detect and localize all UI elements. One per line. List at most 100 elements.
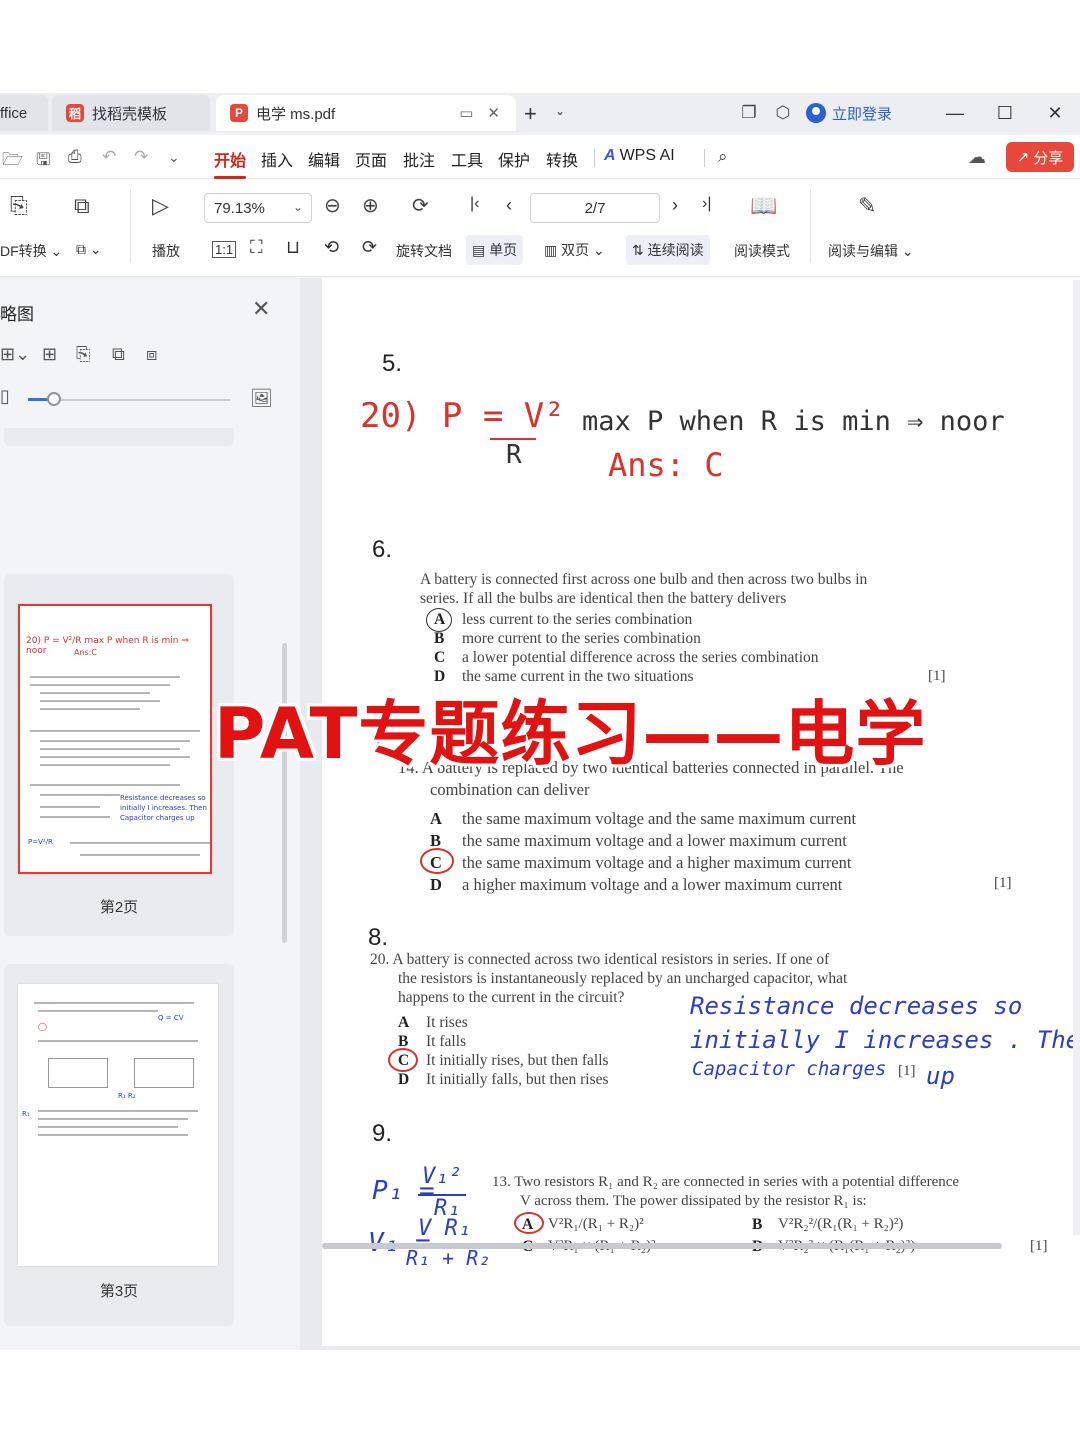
minimize-button[interactable]: — — [930, 103, 980, 124]
pdf-page: 5. 20) P = V² R max P when R is min ⇒ no… — [322, 278, 1080, 1346]
share-button[interactable]: ↗ 分享 — [1006, 142, 1074, 172]
fit-page-icon[interactable]: ⛶ — [250, 237, 263, 258]
wps-ai-button[interactable]: A WPS AI — [604, 147, 675, 165]
first-page-icon[interactable]: |‹ — [470, 195, 479, 213]
avatar-icon — [805, 103, 826, 123]
menu-annotate[interactable]: 批注 — [403, 147, 435, 171]
tab-templates-label: 找稻壳模板 — [92, 105, 168, 123]
monitor-icon[interactable]: ▭ — [459, 104, 473, 122]
option-letter: A — [434, 611, 446, 628]
single-page-button[interactable]: ▤ 单页 — [466, 235, 524, 265]
close-window-button[interactable]: ✕ — [1030, 103, 1080, 124]
open-folder-icon[interactable]: 🗁 — [2, 147, 23, 176]
thumbnail-previous[interactable] — [4, 428, 234, 446]
zoom-out-icon[interactable]: ⊖ — [324, 193, 341, 218]
print-icon[interactable]: ⎙ — [68, 147, 82, 167]
convert-more-button[interactable]: ⧉ ⌄ — [76, 241, 102, 258]
thumbnail-page-3-preview: ◯ Q = CV R₁ R₂ R₁ — [18, 984, 218, 1266]
ribbon-divider — [130, 189, 131, 263]
option-text: It initially falls, but then rises — [426, 1071, 609, 1088]
rotate-right-icon[interactable]: ⟳ — [362, 237, 377, 258]
save-icon[interactable]: 🖫 — [36, 147, 50, 176]
pdf-to-image-icon[interactable]: ⧉ — [74, 193, 90, 219]
add-page-icon[interactable]: ⊞ — [42, 344, 57, 365]
document-horizontal-scrollbar[interactable] — [322, 1240, 1062, 1250]
tab-document-label: 电学 ms.pdf — [256, 105, 336, 123]
option-text: less current to the series combination — [462, 611, 693, 628]
tab-templates[interactable]: 稻 找稻壳模板 — [52, 95, 210, 131]
fit-width-icon[interactable]: ⊔ — [286, 237, 300, 258]
extract-page-icon[interactable]: ⧉ — [112, 344, 125, 365]
handwritten-note: initially I increases . Then — [690, 1026, 1080, 1054]
menu-tools[interactable]: 工具 — [451, 147, 483, 171]
last-page-icon[interactable]: ›| — [702, 195, 711, 213]
undo-icon[interactable]: ↶ — [102, 147, 116, 167]
close-icon[interactable]: ✕ — [252, 296, 270, 322]
actual-size-icon[interactable]: 1:1 — [212, 241, 237, 258]
read-edit-icon[interactable]: ✎ — [858, 193, 876, 219]
previous-page-icon[interactable]: ‹ — [506, 195, 512, 216]
menu-convert[interactable]: 转换 — [546, 147, 578, 171]
tab-office[interactable]: ffice — [0, 95, 48, 131]
small-thumb-icon[interactable]: ▯ — [0, 386, 10, 407]
play-button[interactable]: 播放 — [152, 241, 180, 261]
replace-page-icon[interactable]: ⧈ — [146, 344, 157, 365]
zoom-value: 79.13% — [214, 200, 265, 217]
menu-edit[interactable]: 编辑 — [308, 147, 340, 171]
pdf-convert-button[interactable]: DF转换 ⌄ — [0, 241, 62, 261]
handwritten-note: max P when R is min ⇒ noor — [582, 406, 1005, 437]
mark-value: [1] — [898, 1063, 916, 1079]
question-stem-line: combination can deliver — [430, 780, 590, 799]
option-letter: A — [398, 1014, 410, 1031]
new-tab-button[interactable]: + — [524, 101, 537, 127]
slider-handle[interactable] — [47, 392, 61, 406]
question-stem-line: A battery is connected first across one … — [420, 571, 868, 588]
menu-page[interactable]: 页面 — [355, 147, 387, 171]
close-tab-icon[interactable]: ✕ — [487, 104, 500, 122]
menu-protect[interactable]: 保护 — [498, 147, 530, 171]
pdf-icon: P — [230, 104, 248, 122]
continuous-reading-button[interactable]: ⇅ 连续阅读 — [626, 235, 710, 265]
zoom-in-icon[interactable]: ⊕ — [362, 193, 379, 218]
rotate-doc-button[interactable]: 旋转文档 — [396, 241, 452, 261]
reading-mode-button[interactable]: 阅读模式 — [734, 241, 790, 261]
view-options-icon[interactable]: ⊞⌄ — [0, 344, 30, 365]
thumbnail-page-2[interactable]: 20) P = V²/R max P when R is min ⇒ noor … — [4, 574, 234, 936]
next-page-icon[interactable]: › — [672, 195, 678, 216]
double-page-label: 双页 — [561, 242, 590, 258]
maximize-button[interactable]: ☐ — [980, 103, 1030, 124]
double-page-button[interactable]: ▥ 双页 ⌄ — [544, 235, 605, 265]
insert-file-icon[interactable]: ⎘ — [76, 344, 90, 365]
cloud-sync-icon[interactable]: ☁ — [968, 147, 986, 168]
rotate-doc-icon[interactable]: ⟳ — [412, 193, 429, 218]
search-icon[interactable]: ⌕ — [718, 147, 728, 167]
single-page-label: 单页 — [489, 242, 518, 258]
read-edit-button[interactable]: 阅读与编辑 ⌄ — [828, 241, 914, 261]
option-text: a lower potential difference across the … — [462, 649, 819, 666]
quick-access-more-icon[interactable]: ⌄ — [168, 149, 180, 166]
page-number-input[interactable]: 2/7 — [530, 193, 660, 223]
mark-value: [1] — [928, 668, 946, 684]
redo-icon[interactable]: ↷ — [134, 147, 148, 167]
login-button[interactable]: 立即登录 — [805, 103, 892, 124]
menu-start[interactable]: 开始 — [214, 147, 247, 179]
chevron-down-icon[interactable]: ⌄ — [555, 104, 565, 118]
title-controls: ❐ ⬡ 立即登录 — ☐ ✕ — [732, 93, 1080, 133]
thumbnail-page-3[interactable]: ◯ Q = CV R₁ R₂ R₁ 第3页 — [4, 964, 234, 1326]
menu-insert[interactable]: 插入 — [261, 147, 293, 171]
option-text: It falls — [426, 1033, 467, 1050]
document-vertical-scrollbar[interactable] — [1073, 280, 1080, 1235]
pdf-to-word-icon[interactable]: ⎘ — [10, 193, 28, 219]
scrollbar-thumb[interactable] — [322, 1243, 1002, 1249]
thumbnail-sidebar: 略图 ✕ ⊞⌄ ⊞ ⎘ ⧉ ⧈ ▯ 🖼 20) P = V²/R max P w… — [0, 278, 300, 1350]
option-text: the same maximum voltage and a higher ma… — [462, 853, 852, 872]
tab-document[interactable]: P 电学 ms.pdf ▭ ✕ — [216, 95, 516, 131]
book-icon[interactable]: 📖 — [750, 193, 777, 219]
play-icon[interactable]: ▷ — [152, 193, 169, 219]
option-letter: C — [434, 649, 446, 666]
image-icon[interactable]: 🖼 — [250, 388, 273, 409]
zoom-select[interactable]: 79.13% ⌄ — [204, 193, 312, 223]
window-restore-icon[interactable]: ❐ — [732, 103, 766, 123]
rotate-left-icon[interactable]: ⟲ — [324, 237, 339, 258]
cube-icon[interactable]: ⬡ — [766, 103, 800, 123]
